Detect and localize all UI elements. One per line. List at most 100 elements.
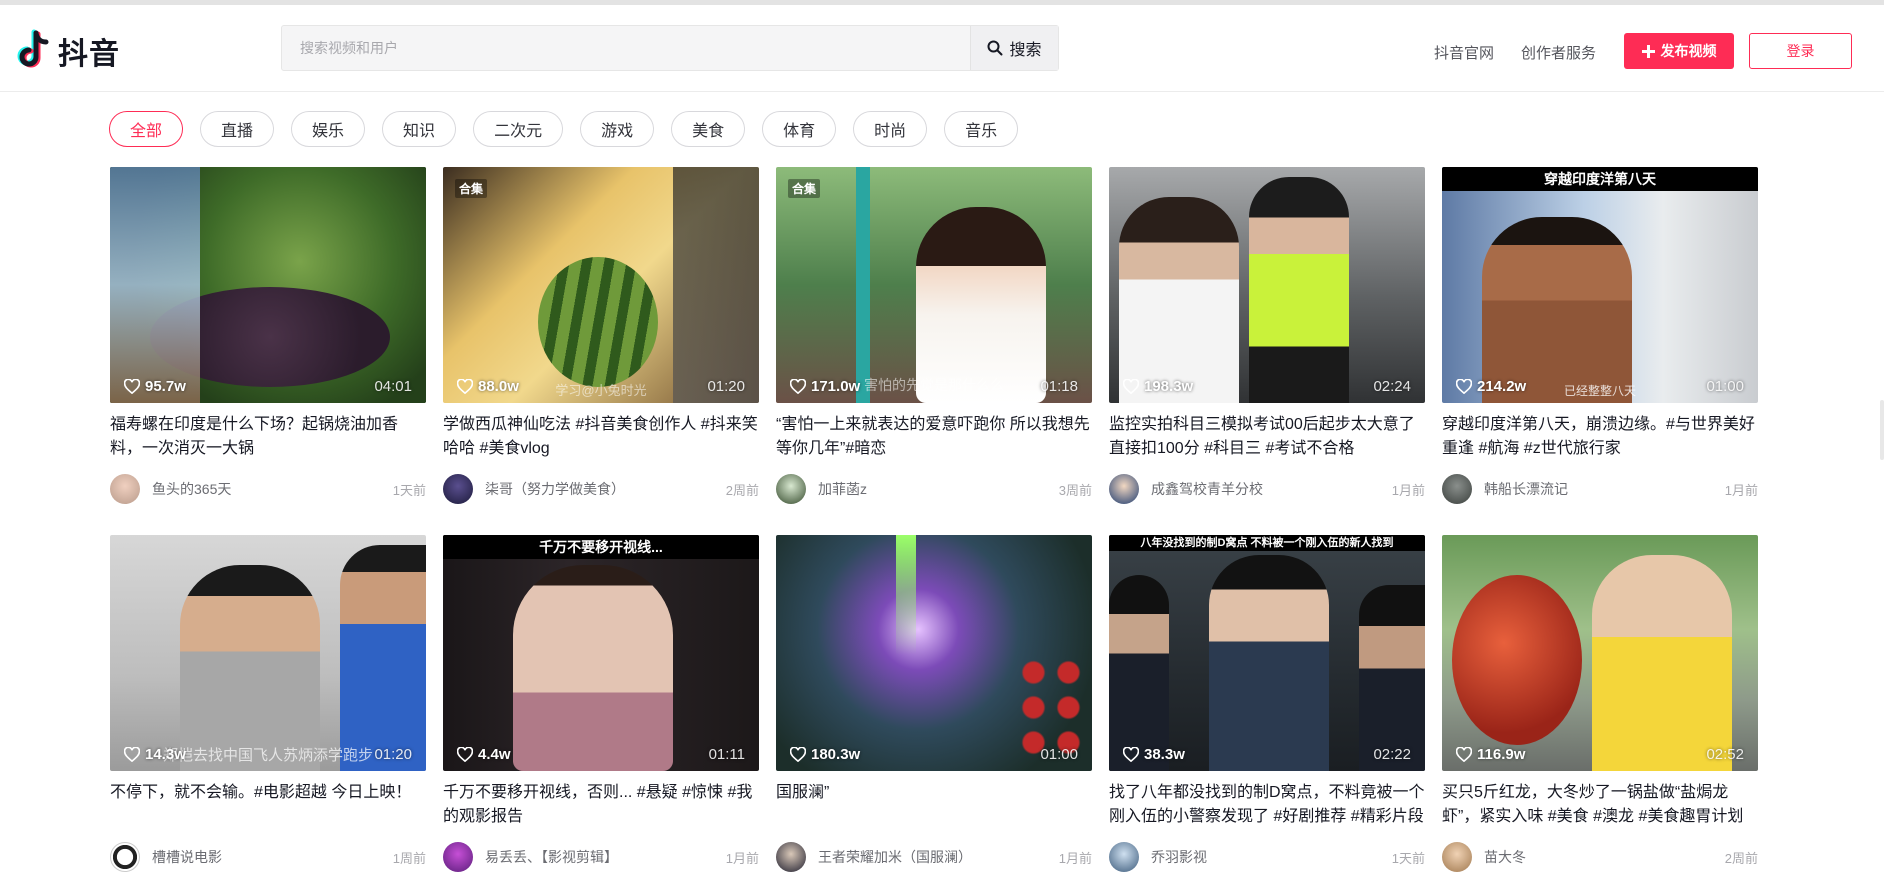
tab-label: 体育 xyxy=(783,123,816,140)
tab-entertainment[interactable]: 娱乐 xyxy=(291,111,366,147)
search-button[interactable]: 搜索 xyxy=(970,26,1058,70)
publish-video-button[interactable]: 发布视频 xyxy=(1624,33,1734,69)
author-name[interactable]: 乔羽影视 xyxy=(1151,847,1392,867)
tab-label: 音乐 xyxy=(965,123,998,140)
avatar[interactable] xyxy=(110,474,140,504)
video-thumbnail[interactable]: 穿越印度洋第八天 已经整整八天 214.2w 01:00 xyxy=(1442,167,1758,403)
logo[interactable]: 抖音 xyxy=(14,29,120,73)
video-title[interactable]: 找了八年都没找到的制D窝点，不料竟被一个刚入伍的小警察发现了 #好剧推荐 #精彩… xyxy=(1109,781,1425,829)
video-thumbnail[interactable]: 95.7w 04:01 xyxy=(110,167,426,403)
video-title[interactable]: 福寿螺在印度是什么下场？起锅烧油加香料，一次消灭一大锅 xyxy=(110,413,426,461)
author-name[interactable]: 槽槽说电影 xyxy=(152,847,393,867)
author-name[interactable]: 加菲菡z xyxy=(818,479,1059,499)
avatar[interactable] xyxy=(1442,842,1472,872)
thumbnail-image xyxy=(1109,535,1425,771)
video-card[interactable]: 95.7w 04:01 福寿螺在印度是什么下场？起锅烧油加香料，一次消灭一大锅 … xyxy=(110,167,426,535)
tab-live[interactable]: 直播 xyxy=(200,111,275,147)
video-title[interactable]: 监控实拍科目三模拟考试00后起步太大意了直接扣100分 #科目三 #考试不合格 xyxy=(1109,413,1425,461)
thumbnail-banner: 穿越印度洋第八天 xyxy=(1442,167,1758,191)
like-count: 95.7w xyxy=(124,378,186,395)
video-thumbnail[interactable]: 合集 学习@小兔时光 88.0w 01:20 xyxy=(443,167,759,403)
video-title[interactable]: “害怕一上来就表达的爱意吓跑你 所以我想先等你几年”#暗恋 xyxy=(776,413,1092,461)
category-tabs: 全部 直播 娱乐 知识 二次元 游戏 美食 体育 时尚 音乐 xyxy=(109,111,1019,147)
author-name[interactable]: 易丢丢、【影视剪辑】 xyxy=(485,847,726,867)
video-meta: 加菲菡z 3周前 xyxy=(776,473,1092,505)
video-title[interactable]: 买只5斤红龙，大冬炒了一锅盐做“盐焗龙虾”，紧实入味 #美食 #澳龙 #美食趣胃… xyxy=(1442,781,1758,829)
heart-icon xyxy=(124,747,140,762)
avatar[interactable] xyxy=(776,842,806,872)
author-name[interactable]: 鱼头的365天 xyxy=(152,479,393,499)
publish-time: 3周前 xyxy=(1058,482,1092,498)
video-thumbnail[interactable]: 116.9w 02:52 xyxy=(1442,535,1758,771)
video-card[interactable]: 116.9w 02:52 买只5斤红龙，大冬炒了一锅盐做“盐焗龙虾”，紧实入味 … xyxy=(1442,535,1758,890)
thumbnail-image xyxy=(110,535,426,771)
video-card[interactable]: 180.3w 01:00 国服澜” 王者荣耀加米（国服澜） 1月前 xyxy=(776,535,1092,890)
heart-icon xyxy=(457,379,473,394)
video-thumbnail[interactable]: 八年没找到的制D窝点 不料被一个刚入伍的新人找到 38.3w 02:22 xyxy=(1109,535,1425,771)
video-meta: 柒哥（努力学做美食） 2周前 xyxy=(443,473,759,505)
avatar[interactable] xyxy=(1109,842,1139,872)
video-thumbnail[interactable]: 198.3w 02:24 xyxy=(1109,167,1425,403)
avatar[interactable] xyxy=(443,842,473,872)
avatar[interactable] xyxy=(1442,474,1472,504)
video-duration: 02:22 xyxy=(1373,746,1411,763)
author-name[interactable]: 柒哥（努力学做美食） xyxy=(485,479,726,499)
video-duration: 01:00 xyxy=(1040,746,1078,763)
video-card[interactable]: 郑恺去找中国飞人苏炳添学跑步 14.3w 01:20 不停下，就不会输。#电影超… xyxy=(110,535,426,890)
tab-music[interactable]: 音乐 xyxy=(944,111,1019,147)
tab-anime[interactable]: 二次元 xyxy=(473,111,564,147)
scrollbar[interactable] xyxy=(1880,400,1884,460)
tab-food[interactable]: 美食 xyxy=(671,111,746,147)
video-card[interactable]: 千万不要移开视线... 4.4w 01:11 千万不要移开视线，否则... #悬… xyxy=(443,535,759,890)
author-name[interactable]: 苗大冬 xyxy=(1484,847,1725,867)
video-thumbnail[interactable]: 千万不要移开视线... 4.4w 01:11 xyxy=(443,535,759,771)
video-thumbnail[interactable]: 合集 害怕的先觉是那什么么 171.0w 01:18 xyxy=(776,167,1092,403)
video-thumbnail[interactable]: 180.3w 01:00 xyxy=(776,535,1092,771)
tab-all[interactable]: 全部 xyxy=(109,111,184,147)
search-input[interactable] xyxy=(282,26,970,70)
like-count: 180.3w xyxy=(790,746,860,763)
video-title[interactable]: 不停下，就不会输。#电影超越 今日上映！ xyxy=(110,781,426,829)
thumbnail-image xyxy=(443,535,759,771)
video-meta: 韩船长漂流记 1月前 xyxy=(1442,473,1758,505)
video-card[interactable]: 八年没找到的制D窝点 不料被一个刚入伍的新人找到 38.3w 02:22 找了八… xyxy=(1109,535,1425,890)
like-count-value: 4.4w xyxy=(478,746,511,763)
video-grid: 95.7w 04:01 福寿螺在印度是什么下场？起锅烧油加香料，一次消灭一大锅 … xyxy=(110,167,1760,890)
publish-time: 2周前 xyxy=(1724,850,1758,866)
tab-games[interactable]: 游戏 xyxy=(580,111,655,147)
author-name[interactable]: 成鑫驾校青羊分校 xyxy=(1151,479,1392,499)
avatar[interactable] xyxy=(110,842,140,872)
video-card[interactable]: 合集 学习@小兔时光 88.0w 01:20 学做西瓜神仙吃法 #抖音美食创作人… xyxy=(443,167,759,535)
tab-sports[interactable]: 体育 xyxy=(762,111,837,147)
video-card[interactable]: 穿越印度洋第八天 已经整整八天 214.2w 01:00 穿越印度洋第八天，崩溃… xyxy=(1442,167,1758,535)
thumbnail-banner: 八年没找到的制D窝点 不料被一个刚入伍的新人找到 xyxy=(1109,535,1425,551)
nav-creator-service[interactable]: 创作者服务 xyxy=(1521,42,1596,63)
video-meta: 苗大冬 2周前 xyxy=(1442,841,1758,873)
video-thumbnail[interactable]: 郑恺去找中国飞人苏炳添学跑步 14.3w 01:20 xyxy=(110,535,426,771)
thumbnail-image xyxy=(1442,535,1758,771)
video-card[interactable]: 合集 害怕的先觉是那什么么 171.0w 01:18 “害怕一上来就表达的爱意吓… xyxy=(776,167,1092,535)
like-count-value: 95.7w xyxy=(145,378,186,395)
publish-time: 1月前 xyxy=(1724,482,1758,498)
avatar[interactable] xyxy=(776,474,806,504)
avatar[interactable] xyxy=(1109,474,1139,504)
like-count: 171.0w xyxy=(790,378,860,395)
tab-knowledge[interactable]: 知识 xyxy=(382,111,457,147)
tab-label: 全部 xyxy=(130,123,163,140)
video-card[interactable]: 198.3w 02:24 监控实拍科目三模拟考试00后起步太大意了直接扣100分… xyxy=(1109,167,1425,535)
nav-official-site[interactable]: 抖音官网 xyxy=(1434,42,1494,63)
tab-fashion[interactable]: 时尚 xyxy=(853,111,928,147)
like-count: 38.3w xyxy=(1123,746,1185,763)
video-title[interactable]: 学做西瓜神仙吃法 #抖音美食创作人 #抖来笑哈哈 #美食vlog xyxy=(443,413,759,461)
author-name[interactable]: 王者荣耀加米（国服澜） xyxy=(818,847,1059,867)
video-title[interactable]: 千万不要移开视线，否则... #悬疑 #惊悚 #我的观影报告 xyxy=(443,781,759,829)
author-name[interactable]: 韩船长漂流记 xyxy=(1484,479,1725,499)
thumbnail-image xyxy=(443,167,759,403)
avatar[interactable] xyxy=(443,474,473,504)
video-meta: 成鑫驾校青羊分校 1月前 xyxy=(1109,473,1425,505)
login-button[interactable]: 登录 xyxy=(1749,33,1852,69)
thumbnail-banner: 千万不要移开视线... xyxy=(443,535,759,559)
video-title[interactable]: 穿越印度洋第八天，崩溃边缘。#与世界美好重逢 #航海 #z世代旅行家 xyxy=(1442,413,1758,461)
video-title[interactable]: 国服澜” xyxy=(776,781,1092,829)
like-count-value: 116.9w xyxy=(1477,746,1526,763)
